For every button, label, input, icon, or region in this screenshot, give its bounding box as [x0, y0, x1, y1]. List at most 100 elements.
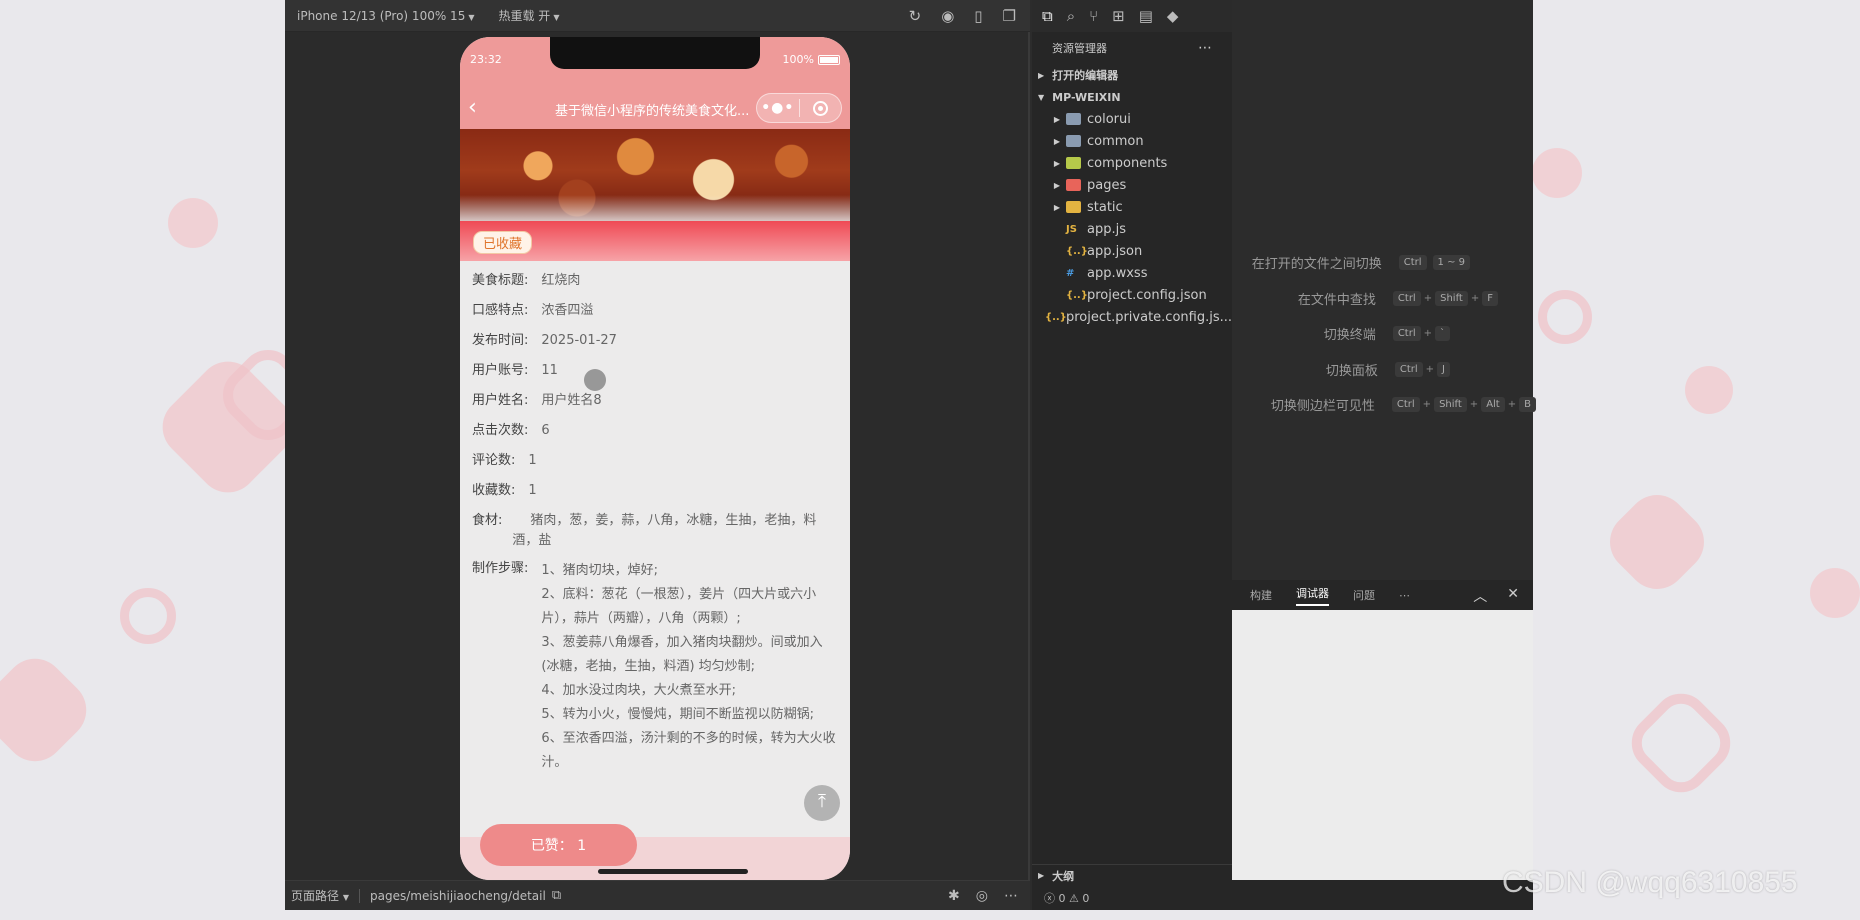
shortcut-label: 在文件中查找: [1297, 292, 1376, 308]
tree-folder[interactable]: ▶ colorui: [1032, 108, 1232, 130]
extensions-icon[interactable]: ⊞: [1112, 7, 1125, 25]
project-section[interactable]: ▼ MP-WEIXIN: [1032, 86, 1232, 108]
debug-panel-controls: ︿ ✕: [1473, 586, 1519, 606]
tree-file-label: app.wxss: [1087, 265, 1148, 281]
refresh-icon[interactable]: ↻: [909, 7, 922, 25]
page-path-selector[interactable]: 页面路径 ▼: [291, 887, 349, 904]
tree-file[interactable]: {..} app.json: [1032, 240, 1232, 262]
tree-file[interactable]: {..} project.private.config.js...: [1032, 306, 1232, 328]
detail-label: 用户账号:: [472, 363, 529, 378]
simulator-toolbar-icons: ↻ ◉ ▯ ❐: [909, 7, 1016, 25]
close-icon[interactable]: ✕: [1507, 586, 1519, 606]
more-icon[interactable]: ⋯: [1198, 40, 1212, 56]
food-image: [460, 129, 850, 221]
device-selector[interactable]: iPhone 12/13 (Pro) 100% 15 ▼: [297, 9, 474, 23]
detail-label: 美食标题:: [472, 273, 529, 288]
step-item: 4、加水没过肉块，大火煮至水开;: [541, 683, 737, 698]
shortcut-label: 在打开的文件之间切换: [1251, 256, 1382, 272]
step-item: 2、底料：葱花（一根葱），姜片（四大片或六小片），蒜片（两瓣），八角（两颗）;: [541, 587, 817, 626]
bg-circle-decoration: [1685, 366, 1733, 414]
window-icon[interactable]: ❐: [1003, 7, 1016, 25]
file-type-icon: {..}: [1066, 245, 1088, 257]
tree-folder[interactable]: ▶ components: [1032, 152, 1232, 174]
explorer-panel: ⧉ ⌕ ⑂ ⊞ ▤ ◆ 资源管理器 ⋯ ▶ 打开的编辑器 ▼ MP-WEIXIN ▶…: [1032, 0, 1232, 910]
storage-icon[interactable]: ▤: [1139, 7, 1153, 25]
page-path-label: 页面路径: [291, 889, 340, 903]
collected-badge[interactable]: 已收藏: [473, 231, 533, 254]
problems-status[interactable]: ⓧ 0 ⚠ 0: [1032, 886, 1232, 910]
files-icon[interactable]: ⧉: [1042, 7, 1053, 25]
more-icon[interactable]: ⋯: [1399, 589, 1410, 602]
simulator-area: 23:32 100% ‹ 基于微信小程序的传统美食文化... •●• 已收藏 美…: [285, 32, 1030, 880]
tree-folder[interactable]: ▶ pages: [1032, 174, 1232, 196]
key-plus: +: [1470, 292, 1480, 304]
record-icon[interactable]: ◉: [941, 7, 954, 25]
tab-problems[interactable]: 问题: [1353, 587, 1375, 603]
target-icon: [812, 100, 828, 116]
phone-icon[interactable]: ▯: [974, 7, 982, 25]
copy-icon[interactable]: ⧉: [552, 888, 561, 903]
editor-area: 在打开的文件之间切换 Ctrl 1 ~ 9 在文件中查找 Ctrl + Shift + F 切换终…: [1232, 0, 1536, 580]
step-item: 3、葱姜蒜八角爆香，加入猪肉块翻炒。间或加入 (冰糖，老抽，生抽，料酒) 均匀炒…: [541, 635, 823, 674]
bug-icon[interactable]: ✱: [948, 888, 960, 904]
debug-tabs: 构建 调试器 问题 ⋯ ︿ ✕: [1232, 580, 1533, 610]
chevron-down-icon: ▼: [468, 12, 475, 22]
bg-ring-decoration: [1538, 290, 1592, 344]
key-cap: 1 ~ 9: [1432, 254, 1470, 270]
status-time: 23:32: [470, 53, 502, 66]
like-button[interactable]: 已赞： 1: [480, 824, 637, 866]
key-cap: Alt: [1481, 396, 1505, 412]
tree-file[interactable]: JS app.js: [1032, 218, 1232, 240]
open-editors-section[interactable]: ▶ 打开的编辑器: [1032, 64, 1232, 86]
chevron-down-icon: ▼: [553, 13, 560, 22]
search-icon[interactable]: ⌕: [1067, 7, 1075, 25]
phone-notch: [550, 37, 760, 69]
step-item: 6、至浓香四溢，汤汁剩的不多的时候，转为大火收汁。: [541, 731, 836, 770]
phone-frame: 23:32 100% ‹ 基于微信小程序的传统美食文化... •●• 已收藏 美…: [460, 37, 850, 880]
docker-icon[interactable]: ◆: [1167, 7, 1179, 25]
ingredients-value: 猪肉，葱，姜，蒜，八角，冰糖，生抽，老抽，料酒，盐: [512, 513, 817, 548]
shortcut-row: 在文件中查找 Ctrl + Shift + F: [1298, 288, 1501, 308]
tab-debugger[interactable]: 调试器: [1296, 585, 1329, 606]
key-plus: +: [1423, 327, 1432, 339]
capsule-close-button[interactable]: [799, 100, 841, 116]
tree-file[interactable]: {..} project.config.json: [1032, 284, 1232, 306]
mini-program-capsule: •●•: [756, 93, 842, 123]
detail-row: 美食标题: 红烧肉: [472, 271, 838, 291]
tree-file[interactable]: # app.wxss: [1032, 262, 1232, 284]
chevron-up-icon[interactable]: ︿: [1473, 586, 1487, 606]
detail-label: 点击次数:: [472, 423, 529, 438]
detail-value: 2025-01-27: [541, 333, 617, 348]
back-arrow-icon[interactable]: ‹: [468, 95, 477, 120]
key-cap: Ctrl: [1392, 290, 1421, 306]
chevron-right-icon: ▶: [1053, 180, 1061, 190]
problems-count-warning: 0: [1082, 891, 1090, 905]
source-control-icon[interactable]: ⑂: [1089, 7, 1098, 25]
hot-reload-label: 热重载 开: [498, 9, 551, 23]
tree-folder[interactable]: ▶ static: [1032, 196, 1232, 218]
simulator-toolbar: iPhone 12/13 (Pro) 100% 15 ▼ 热重载 开 ▼ ↻ ◉ ▯…: [285, 0, 1030, 32]
eye-icon[interactable]: ◎: [976, 888, 988, 904]
device-selector-label: iPhone 12/13 (Pro) 100% 15: [297, 8, 466, 23]
nav-title: 基于微信小程序的传统美食文化...: [555, 104, 750, 119]
more-dots-icon[interactable]: •●•: [757, 100, 799, 116]
tree-folder[interactable]: ▶ common: [1032, 130, 1232, 152]
chevron-right-icon: ▶: [1053, 158, 1061, 168]
key-plus: +: [1422, 398, 1432, 410]
detail-row: 点击次数: 6: [472, 421, 838, 441]
tree-folder-label: components: [1087, 155, 1168, 171]
more-icon[interactable]: ⋯: [1004, 888, 1018, 904]
detail-row: 口感特点: 浓香四溢: [472, 301, 838, 321]
tree-file-label: project.config.json: [1087, 287, 1207, 303]
folder-icon: [1066, 201, 1081, 213]
tab-build[interactable]: 构建: [1250, 587, 1272, 603]
key-cap: Shift: [1434, 396, 1467, 412]
scroll-to-top-button[interactable]: ⤒: [804, 785, 840, 821]
detail-row: 收藏数: 1: [472, 481, 838, 501]
touch-cursor: [584, 369, 606, 391]
outline-section[interactable]: ▶ 大纲: [1032, 864, 1232, 886]
bg-circle-decoration: [1532, 148, 1582, 198]
chevron-down-icon: ▼: [1038, 92, 1045, 102]
key-plus: +: [1423, 292, 1433, 304]
hot-reload-toggle[interactable]: 热重载 开 ▼: [498, 7, 559, 24]
